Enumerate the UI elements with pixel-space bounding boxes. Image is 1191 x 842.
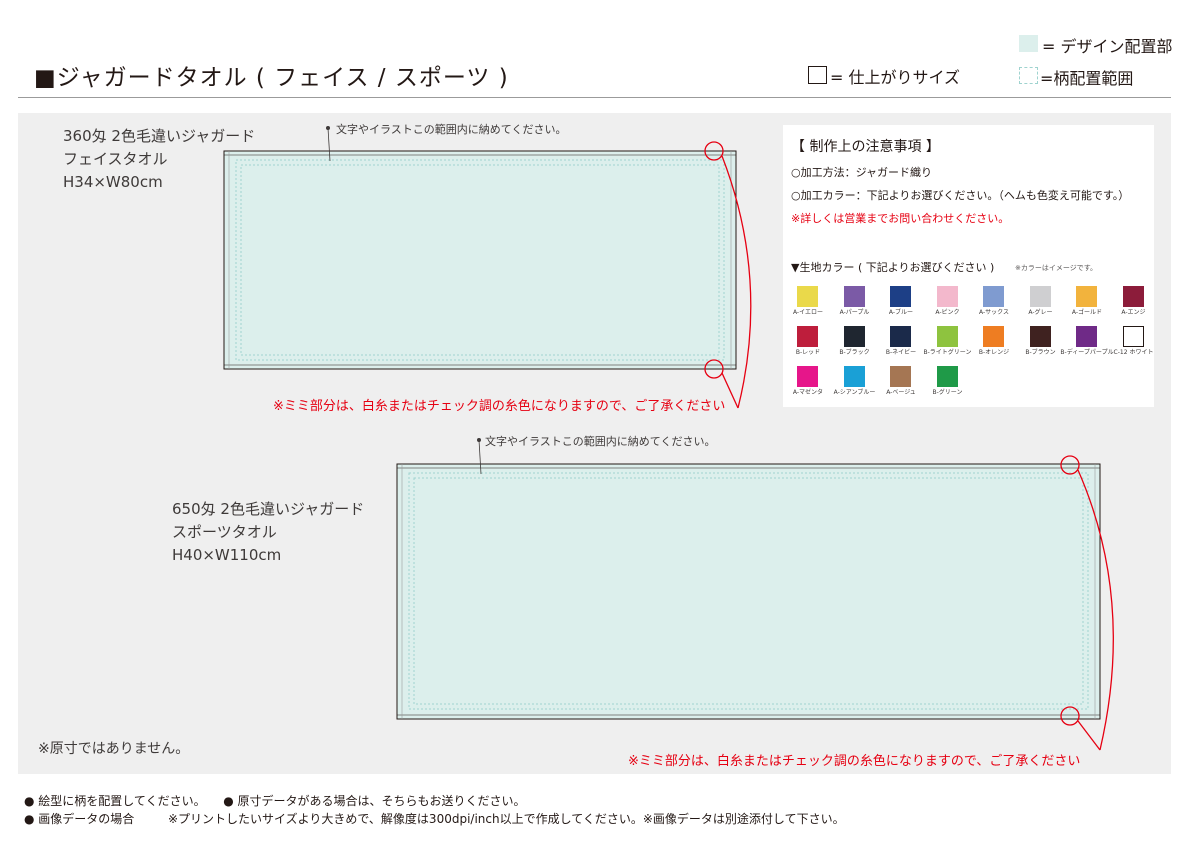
- fabric-color-swatch: C-12 ホワイト: [1114, 326, 1154, 360]
- fabric-color-swatch: B-ブラック: [835, 326, 875, 360]
- fabric-color-name: A-エンジ: [1121, 309, 1146, 316]
- fabric-color-chip: [843, 286, 865, 307]
- fabric-color-swatch: B-レッド: [788, 326, 828, 360]
- fabric-color-swatch: B-ネイビー: [881, 326, 921, 360]
- fabric-color-chip: [983, 286, 1004, 307]
- fabric-color-chip: [983, 326, 1004, 347]
- fabric-color-chip: [797, 326, 818, 347]
- sports-towel-drawing: [396, 438, 1114, 751]
- footer-note-image: ● 画像データの場合: [24, 812, 135, 826]
- notes-method: ○加工方法：ジャガード織り: [791, 166, 933, 179]
- fabric-color-swatch: B-ディープパープル: [1060, 326, 1114, 360]
- notes-color: ○加工カラー：下記よりお選びください。（ヘムも色変え可能です。）: [791, 189, 1130, 202]
- fabric-color-chip: [797, 366, 818, 387]
- fabric-color-chip: [936, 286, 958, 307]
- fabric-color-swatch: A-パープル: [835, 286, 875, 320]
- fabric-color-swatch: A-イエロー: [788, 286, 828, 320]
- fabric-color-name: C-12 ホワイト: [1113, 349, 1154, 356]
- fabric-color-swatch: A-エンジ: [1114, 286, 1154, 320]
- fabric-color-swatch: A-ピンク: [928, 286, 968, 320]
- footer-line1: ● 絵型に柄を配置してください。 ● 原寸データがある場合は、そちらもお送りくだ…: [24, 792, 526, 809]
- face-towel-drawing: [223, 126, 752, 409]
- notes-contact: ※詳しくは営業までお問い合わせください。: [791, 212, 1010, 225]
- fabric-color-swatch: A-グレー: [1021, 286, 1061, 320]
- footer-line2: ● 画像データの場合 ※プリントしたいサイズより大きめで、解像度は300dpi/…: [24, 810, 845, 827]
- fabric-color-grid: A-イエロー A-パープル A-ブルー A-ピンク A-サックス A-グレー A-ゴールド A…: [788, 286, 1153, 406]
- fabric-color-chip: [1029, 286, 1051, 307]
- notes-title: 【 制作上の注意事項 】: [791, 139, 940, 155]
- fabric-color-chip: [936, 326, 958, 347]
- fabric-color-swatch: A-ゴールド: [1067, 286, 1107, 320]
- fabric-color-chip: [1076, 326, 1097, 347]
- fabric-color-chip: [1122, 326, 1144, 347]
- footer-note-resolution: ※プリントしたいサイズより大きめで、解像度は300dpi/inch以上で作成して…: [167, 812, 845, 826]
- fabric-color-swatch: A-マゼンタ: [788, 366, 828, 400]
- fabric-color-chip: [1122, 286, 1144, 307]
- fabric-color-name: B-グリーン: [932, 389, 963, 396]
- fabric-color-swatch: B-グリーン: [928, 366, 968, 400]
- sports-towel-warning: ※ミミ部分は、白糸またはチェック調の糸色になりますので、ご了承ください: [628, 754, 1081, 769]
- fabric-color-chip: [843, 326, 865, 347]
- fabric-color-swatch: A-シアンブルー: [834, 366, 875, 400]
- fabric-color-chip: [1029, 326, 1051, 347]
- fabric-color-swatch: B-オレンジ: [974, 326, 1014, 360]
- footer-note-original-data: ● 原寸データがある場合は、そちらもお送りください。: [223, 794, 526, 808]
- fabric-color-chip: [1076, 286, 1097, 307]
- face-towel-warning: ※ミミ部分は、白糸またはチェック調の糸色になりますので、ご了承ください: [273, 399, 726, 414]
- fabric-color-swatch: B-ライトグリーン: [924, 326, 971, 360]
- fabric-color-swatch: A-ブルー: [881, 286, 921, 320]
- fabric-color-swatch: A-サックス: [974, 286, 1014, 320]
- fabric-color-chip: [890, 366, 911, 387]
- fabric-color-chip: [936, 366, 958, 387]
- fabric-color-chip: [797, 286, 818, 307]
- fabric-color-chip: [890, 286, 911, 307]
- fabric-color-title: ▼生地カラー ( 下記よりお選びください ): [791, 261, 995, 274]
- fabric-color-chip: [890, 326, 911, 347]
- fabric-color-chip: [843, 366, 865, 387]
- fabric-color-note: ※カラーはイメージです。: [1015, 264, 1098, 272]
- footer-note-placement: ● 絵型に柄を配置してください。: [24, 794, 206, 808]
- scale-note: ※原寸ではありません。: [38, 741, 190, 757]
- fabric-color-swatch: B-ブラウン: [1021, 326, 1061, 360]
- fabric-color-swatch: A-ベージュ: [881, 366, 921, 400]
